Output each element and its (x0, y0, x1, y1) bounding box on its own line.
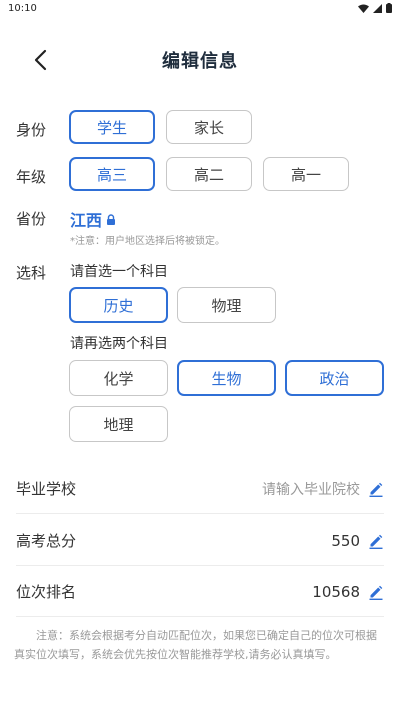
identity-option-student[interactable]: 学生 (69, 110, 155, 144)
grade-option-senior1[interactable]: 高一 (263, 157, 349, 191)
option-label: 家长 (193, 118, 224, 137)
page-title: 编辑信息 (162, 51, 238, 72)
wifi-icon (358, 4, 369, 13)
signal-icon (373, 3, 382, 13)
subject-option-biology[interactable]: 生物 (177, 360, 276, 396)
province-name: 江西 (70, 211, 103, 230)
score-field[interactable]: 550 (331, 532, 384, 550)
footer-note: 注意：系统会根据考分自动匹配位次，如果您已确定自己的位次可根据真实位次填写，系统… (14, 629, 377, 661)
subject-option-chemistry[interactable]: 化学 (69, 360, 168, 396)
first-subject-prompt: 请首选一个科目 (70, 264, 168, 280)
identity-label: 身份 (16, 121, 47, 139)
school-label: 毕业学校 (16, 480, 77, 498)
status-bar: 10:10 (0, 0, 400, 16)
grade-option-senior2[interactable]: 高二 (166, 157, 252, 191)
option-label: 学生 (96, 118, 127, 137)
status-time: 10:10 (8, 2, 37, 14)
option-label: 生物 (211, 369, 242, 388)
lock-icon (107, 213, 116, 225)
score-value: 550 (331, 531, 360, 550)
school-input-placeholder: 请输入毕业院校 (262, 481, 360, 498)
pencil-icon[interactable] (368, 584, 384, 600)
score-label: 高考总分 (16, 532, 77, 550)
school-field[interactable]: 请输入毕业院校 (262, 479, 384, 499)
option-label: 高二 (193, 165, 224, 184)
subjects-label: 选科 (16, 264, 47, 282)
province-lock-note: *注意：用户地区选择后将被锁定。 (70, 236, 225, 247)
rank-value: 10568 (312, 582, 360, 601)
province-label: 省份 (16, 210, 47, 228)
subject-option-physics[interactable]: 物理 (177, 287, 276, 323)
status-icons (358, 3, 392, 13)
grade-label: 年级 (16, 168, 47, 186)
nav-bar: 编辑信息 (0, 38, 400, 82)
second-subject-prompt: 请再选两个科目 (70, 336, 168, 352)
option-label: 政治 (319, 369, 350, 388)
pencil-icon[interactable] (368, 533, 384, 549)
school-field-row[interactable]: 毕业学校 请输入毕业院校 (16, 464, 384, 514)
chevron-left-icon (34, 49, 47, 71)
subject-option-geography[interactable]: 地理 (69, 406, 168, 442)
grade-option-senior3[interactable]: 高三 (69, 157, 155, 191)
identity-option-parent[interactable]: 家长 (166, 110, 252, 144)
option-label: 历史 (103, 296, 134, 315)
pencil-icon[interactable] (368, 481, 384, 497)
option-label: 物理 (211, 296, 242, 315)
option-label: 地理 (103, 415, 134, 434)
score-field-row[interactable]: 高考总分 550 (16, 516, 384, 566)
subject-option-history[interactable]: 历史 (69, 287, 168, 323)
subject-option-politics[interactable]: 政治 (285, 360, 384, 396)
back-button[interactable] (26, 46, 54, 74)
rank-field[interactable]: 10568 (312, 583, 384, 601)
rank-field-row[interactable]: 位次排名 10568 (16, 567, 384, 617)
province-value: 江西 (70, 207, 116, 231)
option-label: 化学 (103, 369, 134, 388)
rank-label: 位次排名 (16, 583, 77, 601)
battery-icon (386, 3, 392, 13)
option-label: 高三 (96, 165, 127, 184)
option-label: 高一 (290, 165, 321, 184)
